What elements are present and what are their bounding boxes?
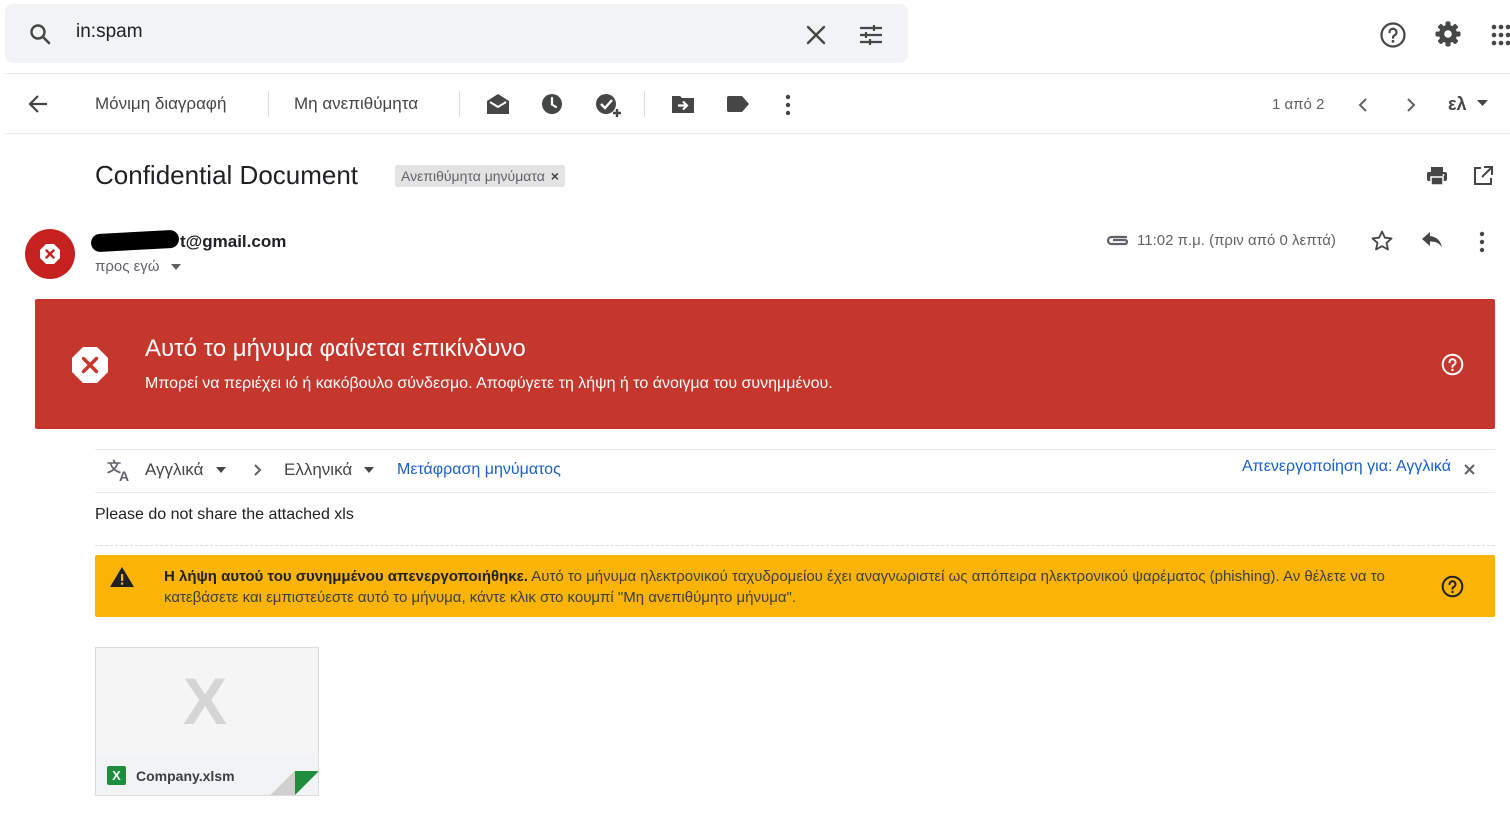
toolbar-separator — [644, 91, 645, 117]
add-to-tasks-icon[interactable] — [595, 92, 623, 120]
apps-grid-icon[interactable] — [1490, 24, 1510, 46]
more-options-icon[interactable] — [784, 94, 792, 116]
redacted-sender-name — [90, 229, 180, 253]
warning-triangle-icon — [109, 566, 135, 588]
not-spam-button[interactable]: Μη ανεπιθύμητα — [294, 94, 418, 114]
recipient-dropdown-icon[interactable] — [171, 264, 181, 270]
settings-gear-icon[interactable] — [1434, 20, 1462, 48]
clear-search-icon[interactable] — [805, 24, 827, 46]
file-corner-fold-icon — [271, 771, 318, 795]
language-dropdown-icon[interactable] — [1477, 100, 1488, 106]
mark-as-unread-icon[interactable] — [485, 92, 511, 116]
search-icon[interactable] — [28, 22, 52, 46]
dangerous-message-banner — [35, 299, 1495, 429]
translate-message-link[interactable]: Μετάφραση μηνύματος — [397, 461, 561, 479]
toolbar-separator — [268, 91, 269, 117]
attachment-disabled-text: Η λήψη αυτού του συνημμένου απενεργοποιή… — [164, 566, 1414, 608]
toolbar-separator — [459, 91, 460, 117]
target-language-dropdown-icon[interactable] — [364, 467, 374, 473]
warning-help-icon[interactable] — [1441, 575, 1464, 598]
open-in-new-window-icon[interactable] — [1473, 166, 1493, 186]
source-language-select[interactable]: Αγγλικά — [145, 460, 203, 480]
attachment-card[interactable]: X X Company.xlsm — [95, 647, 319, 796]
toolbar-divider — [5, 133, 1510, 134]
attachment-separator — [95, 545, 1495, 546]
source-language-dropdown-icon[interactable] — [216, 467, 226, 473]
excel-file-icon: X — [107, 766, 126, 785]
attachment-filename: Company.xlsm — [136, 768, 235, 784]
language-arrow-chevron-icon — [253, 463, 263, 477]
label-tag-icon[interactable] — [726, 95, 750, 113]
email-timestamp: 11:02 π.μ. (πριν από 0 λεπτά) — [1137, 232, 1336, 249]
pagination-count: 1 από 2 — [1272, 96, 1325, 113]
svg-text:A: A — [119, 468, 129, 482]
sender-email: t@gmail.com — [180, 232, 287, 251]
close-translate-bar-icon[interactable] — [1464, 464, 1475, 475]
spam-label-chip: Ανεπιθύμητα μηνύματα × — [395, 165, 565, 187]
translate-icon: 文A — [107, 458, 133, 482]
move-to-icon[interactable] — [671, 94, 695, 114]
attachment-paperclip-icon — [1105, 233, 1131, 247]
attachment-disabled-bold: Η λήψη αυτού του συνημμένου απενεργοποιή… — [164, 568, 528, 585]
message-more-options-icon[interactable] — [1478, 231, 1486, 253]
danger-help-icon[interactable] — [1441, 353, 1464, 376]
target-language-select[interactable]: Ελληνικά — [284, 460, 352, 480]
danger-banner-text: Μπορεί να περιέχει ιό ή κακόβουλο σύνδεσ… — [145, 375, 833, 392]
back-arrow-icon[interactable] — [27, 93, 49, 115]
search-input[interactable]: in:spam — [76, 21, 143, 43]
snooze-clock-icon[interactable] — [541, 93, 563, 115]
email-body-text: Please do not share the attached xls — [95, 506, 354, 523]
help-icon[interactable] — [1379, 21, 1407, 49]
input-language-selector[interactable]: ελ — [1448, 94, 1467, 115]
star-icon[interactable] — [1371, 230, 1393, 252]
disable-translation-link[interactable]: Απενεργοποίηση για: Αγγλικά — [1242, 458, 1451, 476]
remove-label-icon[interactable]: × — [551, 168, 559, 184]
dangerous-warning-icon — [71, 346, 109, 384]
newer-chevron-icon[interactable] — [1356, 97, 1368, 113]
sender-avatar[interactable] — [25, 229, 75, 279]
header-divider — [5, 73, 1510, 74]
older-chevron-icon[interactable] — [1406, 97, 1418, 113]
recipient-details[interactable]: προς εγώ — [95, 258, 160, 275]
email-subject: Confidential Document — [95, 160, 359, 190]
attachment-preview: X — [96, 648, 318, 754]
danger-banner-title: Αυτό το μήνυμα φαίνεται επικίνδυνο — [145, 335, 526, 362]
search-options-icon[interactable] — [858, 22, 884, 48]
dangerous-sender-icon — [40, 244, 60, 264]
print-icon[interactable] — [1426, 166, 1448, 186]
attachment-preview-glyph: X — [183, 664, 228, 738]
delete-forever-button[interactable]: Μόνιμη διαγραφή — [95, 94, 226, 114]
spam-label-text: Ανεπιθύμητα μηνύματα — [401, 168, 545, 184]
reply-icon[interactable] — [1421, 231, 1443, 249]
